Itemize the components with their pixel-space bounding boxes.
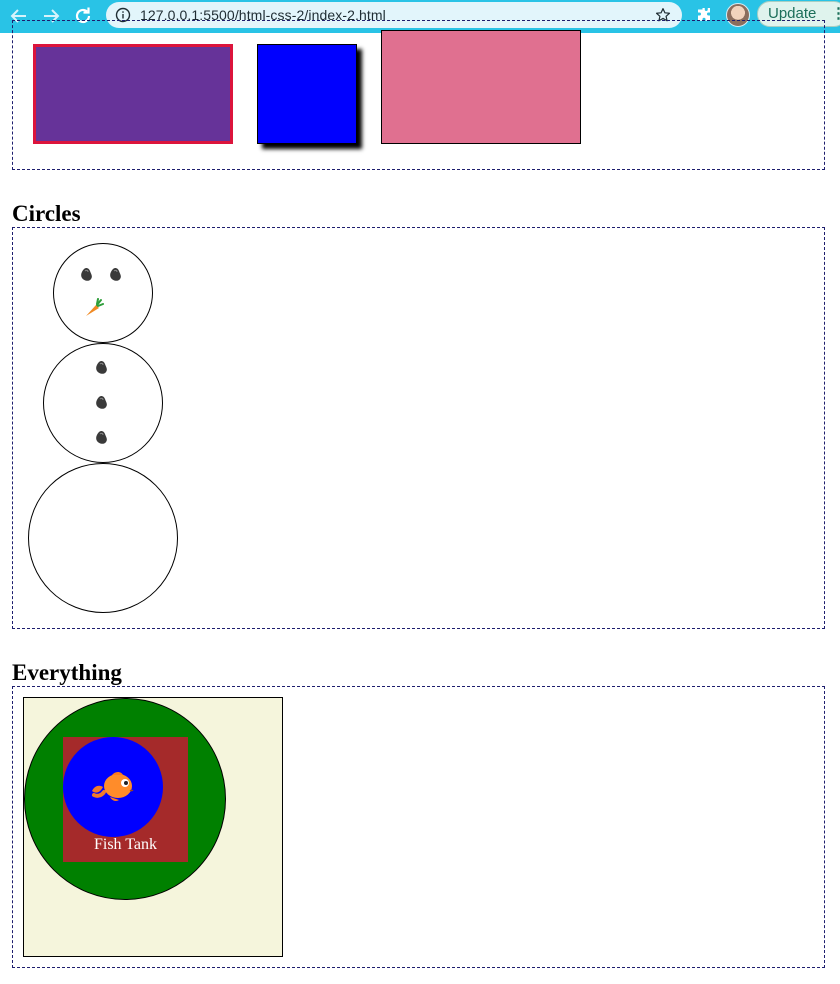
blue-square	[257, 44, 357, 144]
coal-icon	[96, 395, 107, 409]
coal-icon	[81, 267, 92, 281]
purple-rectangle	[33, 44, 233, 144]
coal-icon	[110, 267, 121, 281]
coal-icon	[96, 430, 107, 444]
everything-heading: Everything	[12, 660, 122, 685]
circles-heading: Circles	[12, 201, 81, 226]
goldfish-icon	[92, 772, 134, 801]
pink-rectangle	[381, 30, 581, 144]
carrot-icon	[86, 298, 104, 316]
fish-tank-label: Fish Tank	[93, 836, 158, 853]
snowman-base	[28, 463, 178, 613]
snowman-head	[53, 243, 153, 343]
menu-kebab-icon[interactable]: ⋮	[831, 2, 840, 26]
coal-icon	[96, 360, 107, 374]
